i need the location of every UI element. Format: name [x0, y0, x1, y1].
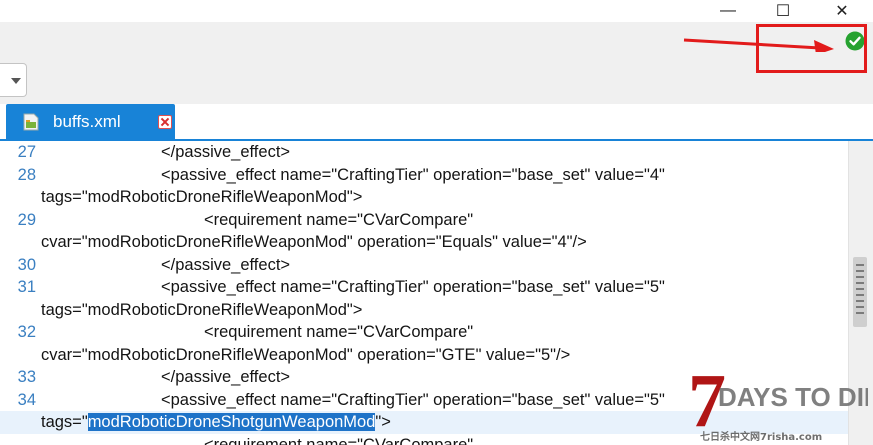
scroll-grip [856, 300, 864, 302]
line-number: 32 [17, 323, 36, 341]
code-text: "> [375, 413, 391, 431]
watermark-logo: 7 DAYS TO DIE 七日杀中文网7risha.com [688, 360, 868, 443]
chevron-down-icon [11, 78, 21, 84]
tab-label: buffs.xml [53, 112, 121, 131]
code-line: cvar="modRoboticDroneRifleWeaponMod" ope… [0, 231, 848, 254]
close-button[interactable]: ✕ [822, 0, 862, 22]
code-text: tags="modRoboticDroneRifleWeaponMod"> [41, 300, 363, 319]
code-text: <requirement name="CVarCompare" [204, 435, 474, 445]
close-tab-icon[interactable] [158, 115, 172, 129]
selected-text[interactable]: modRoboticDroneShotgunWeaponMod [87, 413, 376, 431]
maximize-button[interactable]: ☐ [763, 0, 803, 22]
line-number: 34 [17, 390, 36, 409]
code-line: 29 <requirement name="CVarCompare" [0, 209, 848, 232]
line-number: 30 [17, 255, 36, 274]
code-line: tags="modRoboticDroneRifleWeaponMod"> [0, 186, 848, 209]
tab-buffs-xml[interactable]: buffs.xml [6, 104, 175, 140]
scrollbar-thumb[interactable] [853, 257, 867, 327]
code-text: cvar="modRoboticDroneRifleWeaponMod" ope… [41, 233, 587, 251]
scroll-grip [856, 288, 864, 290]
scroll-grip [856, 282, 864, 284]
code-text: <requirement name="CVarCompare" [204, 210, 474, 229]
code-text: <passive_effect name="CraftingTier" oper… [161, 390, 665, 409]
file-icon [23, 113, 39, 131]
annotation-box [756, 24, 867, 73]
code-line: 30 </passive_effect> [0, 254, 848, 277]
line-number: 31 [17, 278, 36, 296]
code-text: cvar="modRoboticDroneRifleWeaponMod" ope… [41, 345, 571, 364]
code-text: tags=" [41, 413, 88, 431]
scroll-grip [856, 312, 864, 314]
code-text: </passive_effect> [161, 143, 291, 161]
code-line: 32 <requirement name="CVarCompare" [0, 321, 848, 344]
code-text: <requirement name="CVarCompare" [204, 323, 474, 341]
code-line: 27 </passive_effect> [0, 141, 848, 164]
scroll-grip [856, 264, 864, 266]
scroll-grip [856, 270, 864, 272]
code-text: </passive_effect> [161, 368, 291, 386]
code-text: tags="modRoboticDroneRifleWeaponMod"> [41, 188, 363, 206]
line-number: 29 [17, 210, 36, 229]
code-text: </passive_effect> [161, 255, 291, 274]
code-text: <passive_effect name="CraftingTier" oper… [161, 165, 665, 184]
code-line: tags="modRoboticDroneRifleWeaponMod"> [0, 299, 848, 322]
encoding-dropdown[interactable]: E [0, 63, 27, 97]
line-number: 33 [17, 368, 36, 386]
line-number: 28 [17, 165, 36, 184]
code-line: 28 <passive_effect name="CraftingTier" op… [0, 164, 848, 187]
code-text: <passive_effect name="CraftingTier" oper… [161, 278, 665, 296]
minimize-button[interactable]: — [708, 0, 748, 22]
logo-subtitle: 七日杀中文网7risha.com [700, 430, 822, 443]
scroll-grip [856, 294, 864, 296]
code-line: 31 <passive_effect name="CraftingTier" op… [0, 276, 848, 299]
scroll-grip [856, 306, 864, 308]
scroll-grip [856, 276, 864, 278]
line-number: 27 [17, 143, 36, 161]
logo-title: DAYS TO DIE [718, 382, 868, 412]
